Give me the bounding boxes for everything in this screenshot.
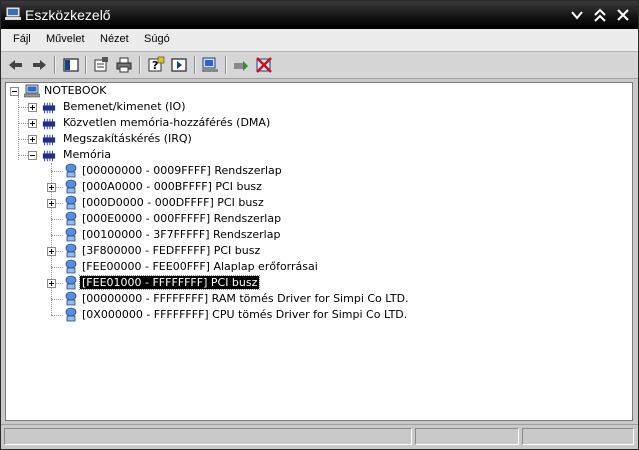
uninstall-icon[interactable] [255,56,273,74]
expand-toggle-memory-item[interactable] [47,279,56,288]
minimize-chevron-icon[interactable] [569,7,585,23]
computer-icon [24,84,40,98]
svg-text:?: ? [152,59,158,72]
status-bar [1,424,638,449]
memory-item-label: [3F800000 - FEDFFFFF] PCI busz [82,244,261,257]
chip-icon [42,118,56,130]
properties-icon[interactable] [92,56,110,74]
close-icon[interactable] [615,7,631,23]
toolbar-separator [85,56,87,74]
toolbar-separator [225,56,227,74]
tree-connector [18,123,28,124]
chip-icon [42,134,56,146]
expand-toggle-memory-item[interactable] [47,199,56,208]
expand-toggle-memory-item[interactable] [47,247,56,256]
tree-node-memory-item[interactable]: [FEE00000 - FEE00FFF] Alaplap erőforrása… [80,259,320,275]
device-manager-window: Eszközkezelő Fájl Művelet Nézet Súgó ? N… [0,0,639,450]
memory-item-label: [000E0000 - 000FFFFF] Rendszerlap [82,212,282,225]
tree-node-memory-item[interactable]: [000D0000 - 000DFFFF] PCI busz [80,195,266,211]
tree-connector [51,267,63,268]
tree-connector [18,107,28,108]
memory-item-label: [00100000 - 3F7FFFFF] Rendszerlap [82,228,281,241]
memory-range-icon [65,211,77,226]
memory-range-icon [65,307,77,322]
tree-node-dma[interactable]: Közvetlen memória-hozzáférés (DMA) [61,115,272,131]
memory-range-icon [65,291,77,306]
tree-connector [51,219,63,220]
computer-icon [5,7,21,20]
collapse-toggle-memory[interactable] [28,151,37,160]
tree-connector [51,235,63,236]
memory-range-icon [65,227,77,242]
memory-item-label: [00000000 - 0009FFFF] Rendszerlap [82,164,282,177]
memory-range-icon [65,179,77,194]
tree-node-memory-item[interactable]: [000E0000 - 000FFFFF] Rendszerlap [80,211,283,227]
show-hide-console-tree-icon[interactable] [62,56,80,74]
memory-item-label: [000A0000 - 000BFFFF] PCI busz [82,180,262,193]
tree-node-memory-item[interactable]: [3F800000 - FEDFFFFF] PCI busz [80,243,262,259]
tree-connector [18,155,28,156]
menu-action[interactable]: Művelet [46,33,85,45]
scan-hardware-icon[interactable] [201,56,219,74]
tree-connector [18,139,28,140]
memory-item-label: [FEE00000 - FEE00FFF] Alaplap erőforrása… [82,260,318,273]
chip-icon [42,150,56,162]
toolbar-separator [139,56,141,74]
menu-help[interactable]: Súgó [144,33,170,45]
tree-node-root[interactable]: NOTEBOOK [42,83,108,99]
memory-range-icon [65,163,77,178]
tree-node-irq[interactable]: Megszakításkérés (IRQ) [61,131,194,147]
help-icon[interactable]: ? [147,56,165,74]
menu-view[interactable]: Nézet [100,33,129,45]
status-pane-2 [415,428,519,445]
expand-toggle-memory-item[interactable] [47,183,56,192]
tree-node-memory-item[interactable]: [000A0000 - 000BFFFF] PCI busz [80,179,264,195]
toolbar: ? [1,52,638,79]
status-pane-main [4,428,412,445]
status-pane-3 [522,428,634,445]
tree-connector [51,299,63,300]
update-driver-icon[interactable] [232,56,250,74]
maximize-chevron-icon[interactable] [592,7,608,23]
memory-item-label: [000D0000 - 000DFFFF] PCI busz [82,196,264,209]
tree-connector [18,96,19,160]
tree-node-memory-item[interactable]: [0X000000 - FFFFFFFF] CPU tömés Driver f… [80,307,409,323]
tree-node-memory-item[interactable]: [FEE01000 - FFFFFFFF] PCI busz [78,275,261,291]
expand-toggle-irq[interactable] [28,135,37,144]
forward-arrow-icon[interactable] [30,56,48,74]
selected-item-label: [FEE01000 - FFFFFFFF] PCI busz [78,275,261,290]
toolbar-separator [54,56,56,74]
memory-item-label: [0X000000 - FFFFFFFF] CPU tömés Driver f… [82,308,408,321]
title-bar[interactable]: Eszközkezelő [1,1,638,29]
tree-connector [51,315,63,316]
toolbar-separator [194,56,196,74]
expand-toggle-io[interactable] [28,103,37,112]
tree-node-memory-item[interactable]: [00100000 - 3F7FFFFF] Rendszerlap [80,227,282,243]
menu-file[interactable]: Fájl [13,33,31,45]
memory-range-icon [65,259,77,274]
tree-node-memory-item[interactable]: [00000000 - 0009FFFF] Rendszerlap [80,163,284,179]
tree-node-memory[interactable]: Memória [61,147,113,163]
device-tree[interactable]: NOTEBOOK Bemenet/kimenet (IO) Közvetlen … [5,82,633,421]
memory-item-label: [00000000 - FFFFFFFF] RAM tömés Driver f… [82,292,409,305]
tree-node-io[interactable]: Bemenet/kimenet (IO) [61,99,188,115]
show-action-pane-icon[interactable] [170,56,188,74]
back-arrow-icon[interactable] [7,56,25,74]
window-title: Eszközkezelő [25,7,111,23]
memory-range-icon [65,195,77,210]
tree-connector [51,171,63,172]
print-icon[interactable] [115,56,133,74]
memory-range-icon [65,243,77,258]
expand-toggle-dma[interactable] [28,119,37,128]
chip-icon [42,102,56,114]
tree-node-memory-item[interactable]: [00000000 - FFFFFFFF] RAM tömés Driver f… [80,291,411,307]
collapse-toggle-root[interactable] [10,87,19,96]
memory-range-icon [65,275,77,290]
menu-bar: Fájl Művelet Nézet Súgó [1,29,638,52]
